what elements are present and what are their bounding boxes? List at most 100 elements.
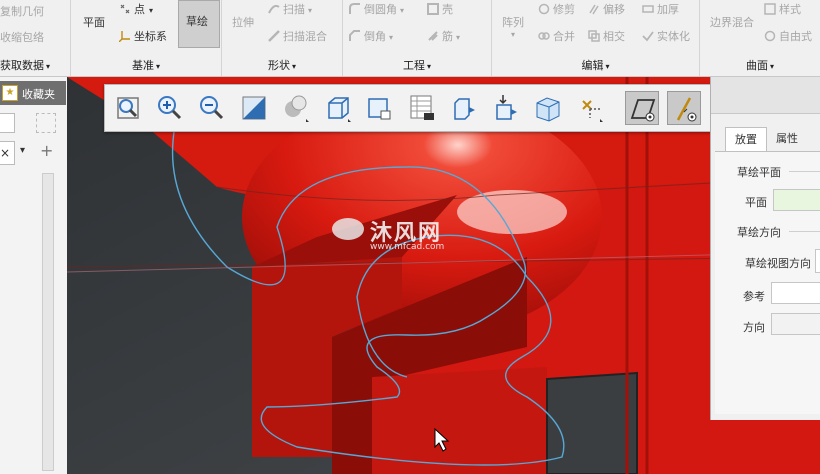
thicken-button[interactable]: 加厚 [642, 1, 679, 17]
tab-properties-label: 属性 [776, 132, 798, 145]
tab-properties[interactable]: 属性 [767, 127, 807, 151]
style-button[interactable]: 样式 [764, 1, 801, 17]
shell-label: 壳 [442, 3, 453, 16]
add-icon[interactable]: + [40, 141, 53, 160]
plane-button[interactable]: 平面 [79, 6, 111, 46]
saved-orientations-button[interactable] [321, 91, 355, 125]
freestyle-icon [764, 30, 776, 42]
solidify-icon [642, 31, 654, 42]
group-datum: 平面 点 ▾ 坐标系 草绘 基准 ▾ [71, 0, 222, 76]
annotation-display-button[interactable] [667, 91, 701, 125]
group-engineering-label[interactable]: 工程 ▾ [343, 57, 491, 73]
group-editing-label[interactable]: 编辑 ▾ [492, 57, 699, 73]
sketch-view-button[interactable] [625, 91, 659, 125]
group-editing-text: 编辑 [581, 59, 604, 72]
zoom-out-button[interactable] [195, 91, 229, 125]
tab-placement-label: 放置 [735, 133, 757, 146]
appearance-gallery-icon [410, 95, 434, 120]
chamfer-button[interactable]: 倒角 ▾ [349, 28, 393, 44]
sketch-label: 草绘 [186, 15, 208, 28]
sweep-blend-icon [268, 30, 280, 42]
plane-field[interactable] [773, 189, 820, 211]
panel-header [711, 77, 820, 114]
repaint-button[interactable] [237, 91, 271, 125]
settings-icon[interactable] [36, 113, 56, 133]
group-shapes-label[interactable]: 形状 ▾ [222, 57, 342, 73]
reference-label: 参考 [743, 290, 765, 303]
shrinkwrap-button[interactable]: 收缩包络 [0, 29, 44, 45]
solidify-button[interactable]: 实体化 [642, 28, 690, 44]
intersect-icon [588, 30, 600, 42]
appearance-gallery-button[interactable] [405, 91, 439, 125]
spin-center-button[interactable] [573, 91, 607, 125]
reference-field[interactable] [771, 282, 820, 304]
zoom-in-button[interactable] [153, 91, 187, 125]
divider [789, 171, 820, 172]
group-shapes-text: 形状 [267, 59, 290, 72]
point-icon [120, 4, 130, 14]
refit-button[interactable] [111, 91, 145, 125]
point-button[interactable]: 点 ▾ [119, 1, 153, 17]
plane-label: 平面 [745, 196, 767, 209]
chamfer-icon [349, 30, 360, 41]
merge-icon [538, 32, 550, 40]
intersect-label: 相交 [603, 30, 625, 43]
tab-placement[interactable]: 放置 [725, 127, 767, 152]
display-style-button[interactable] [279, 91, 313, 125]
sketch-button[interactable]: 草绘 [178, 0, 220, 48]
graphics-viewport[interactable]: 沐风网 www.mfcad.com [67, 77, 820, 474]
offset-label: 偏移 [603, 3, 625, 16]
pattern-button[interactable]: 阵列 ▾ [502, 14, 524, 39]
chamfer-label: 倒角 [364, 30, 386, 43]
group-datum-label[interactable]: 基准 ▾ [71, 57, 221, 73]
freestyle-label: 自由式 [779, 30, 812, 43]
rib-button[interactable]: 筋 ▾ [427, 28, 460, 44]
left-navigator-panel: ★ 收藏夹 × ▾ + [0, 77, 68, 474]
view-manager-icon [368, 98, 391, 120]
shell-button[interactable]: 壳 [427, 1, 453, 17]
chevron-down-icon: ▾ [400, 6, 405, 15]
tree-dropdown[interactable] [0, 113, 15, 133]
freestyle-button[interactable]: 自由式 [764, 28, 812, 44]
group-get-data-label[interactable]: 获取数据 ▾ [0, 57, 70, 73]
ribbon: 复制几何 收缩包络 获取数据 ▾ 平面 点 ▾ 坐标系 草绘 基准 ▾ 拉伸 扫描 ▾ … [0, 0, 820, 77]
merge-button[interactable]: 合并 [538, 28, 575, 44]
sweep-button[interactable]: 扫描 ▾ [268, 1, 312, 17]
trim-button[interactable]: 修剪 [538, 1, 575, 17]
section-button[interactable] [447, 91, 481, 125]
direction-field[interactable] [771, 313, 820, 335]
offset-button[interactable]: 偏移 [588, 1, 625, 17]
group-datum-text: 基准 [131, 59, 154, 72]
group-engineering-text: 工程 [402, 59, 425, 72]
favorites-tab[interactable]: ★ 收藏夹 [0, 81, 66, 105]
spin-center-icon [582, 100, 603, 122]
zoom-in-icon [158, 96, 182, 120]
model-canvas[interactable] [67, 77, 820, 474]
trim-icon [538, 3, 550, 15]
favorites-label: 收藏夹 [22, 88, 55, 101]
divider [789, 231, 820, 232]
group-surfaces-label[interactable]: 曲面 ▾ [700, 57, 820, 73]
sweep-blend-button[interactable]: 扫描混合 [268, 28, 327, 44]
style-label: 样式 [779, 3, 801, 16]
view-direction-button[interactable] [815, 249, 820, 273]
datum-display-button[interactable] [531, 91, 565, 125]
display-style-icon [285, 95, 309, 122]
extrude-button[interactable]: 拉伸 [232, 14, 254, 30]
view-manager-button[interactable] [363, 91, 397, 125]
boundary-blend-button[interactable]: 边界混合 [710, 14, 754, 30]
merge-label: 合并 [553, 30, 575, 43]
intersect-button[interactable]: 相交 [588, 28, 625, 44]
chevron-down-icon: ▾ [456, 33, 461, 42]
perspective-button[interactable] [489, 91, 523, 125]
csys-button[interactable]: 坐标系 [119, 28, 167, 44]
round-button[interactable]: 倒圆角 ▾ [349, 1, 404, 17]
scrollbar[interactable] [42, 173, 54, 471]
solidify-label: 实体化 [657, 30, 690, 43]
repaint-icon [242, 96, 266, 120]
copy-geometry-button[interactable]: 复制几何 [0, 3, 44, 19]
chevron-down-icon[interactable]: ▾ [20, 145, 25, 156]
search-field[interactable]: × [0, 141, 15, 165]
sketch-view-icon [630, 99, 656, 122]
pattern-label: 阵列 [502, 16, 524, 29]
